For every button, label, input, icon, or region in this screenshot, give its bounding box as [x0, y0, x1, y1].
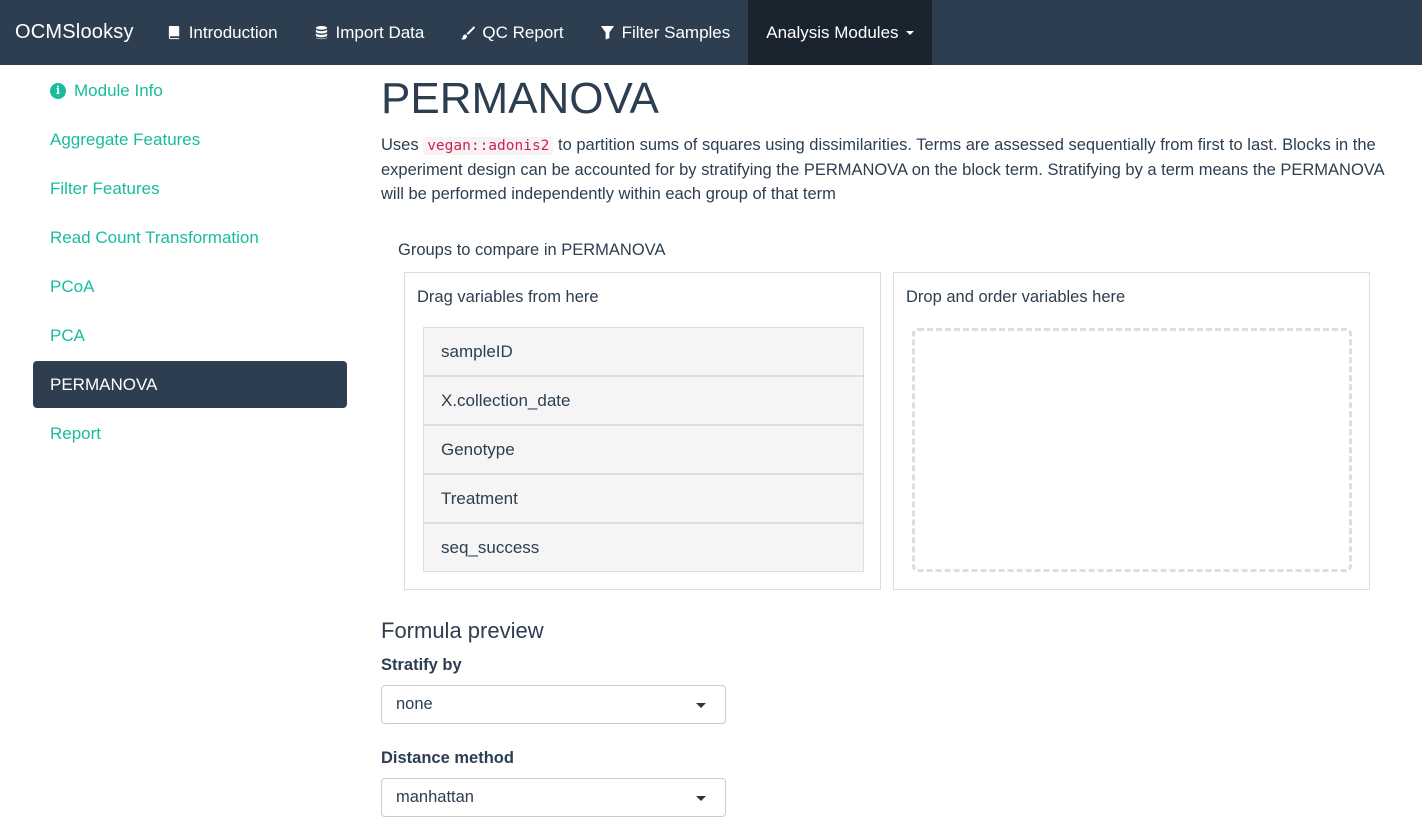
code-snippet: vegan::adonis2 [423, 137, 554, 155]
sidebar-item-filter-features[interactable]: Filter Features [33, 165, 347, 212]
formula-preview-heading: Formula preview [381, 618, 544, 643]
filter-icon [600, 25, 614, 40]
sidebar-item-label: Module Info [74, 80, 163, 100]
sidebar-item-label: PERMANOVA [50, 374, 158, 394]
chevron-down-icon [696, 796, 706, 801]
nav-filter-samples[interactable]: Filter Samples [582, 0, 749, 65]
drop-target-panel: Drop and order variables here [893, 272, 1370, 590]
sidebar-item-label: PCA [50, 325, 85, 345]
sidebar-item-label: Aggregate Features [50, 129, 201, 149]
drag-source-panel: Drag variables from here sampleID X.coll… [404, 272, 881, 590]
nav-label: Analysis Modules [766, 22, 899, 42]
distance-method-select[interactable]: manhattan [381, 778, 726, 817]
sidebar-item-pcoa[interactable]: PCoA [33, 263, 347, 310]
select-value: manhattan [396, 788, 474, 806]
info-circle-icon: i [50, 82, 66, 99]
distance-method-label: Distance method [381, 749, 514, 767]
chevron-down-icon [696, 703, 706, 708]
stratify-by-label: Stratify by [381, 656, 462, 674]
drop-zone[interactable] [912, 328, 1352, 572]
variable-item-seq-success[interactable]: seq_success [423, 523, 864, 572]
variable-item-treatment[interactable]: Treatment [423, 474, 864, 523]
main-content: PERMANOVA Uses vegan::adonis2 to partiti… [381, 65, 1391, 817]
top-navbar: OCMSlooksy Introduction Import Data QC R… [0, 0, 1422, 65]
caret-down-icon [905, 30, 914, 35]
sidebar-item-report[interactable]: Report [33, 410, 347, 457]
page-title: PERMANOVA [381, 74, 659, 123]
sidebar-item-pca[interactable]: PCA [33, 312, 347, 359]
drop-target-header: Drop and order variables here [906, 288, 1126, 306]
select-value: none [396, 695, 433, 713]
sidebar-item-read-count-transformation[interactable]: Read Count Transformation [33, 214, 347, 261]
drag-source-header: Drag variables from here [417, 288, 599, 306]
brand-logo[interactable]: OCMSlooksy [0, 0, 149, 65]
sidebar-item-label: Read Count Transformation [50, 227, 259, 247]
sidebar-item-module-info[interactable]: i Module Info [33, 67, 347, 114]
sidebar-item-label: Report [50, 423, 102, 443]
sidebar-item-permanova[interactable]: PERMANOVA [33, 361, 347, 408]
nav-label: Introduction [188, 22, 278, 42]
module-description: Uses vegan::adonis2 to partition sums of… [381, 133, 1391, 206]
variable-item-sampleid[interactable]: sampleID [423, 327, 864, 376]
variable-item-genotype[interactable]: Genotype [423, 425, 864, 474]
module-sidebar: i Module Info Aggregate Features Filter … [33, 65, 347, 459]
database-icon [315, 25, 327, 40]
nav-label: QC Report [482, 22, 564, 42]
stratify-by-select[interactable]: none [381, 685, 726, 724]
variable-item-collection-date[interactable]: X.collection_date [423, 376, 864, 425]
nav-import-data[interactable]: Import Data [296, 0, 443, 65]
sidebar-item-label: Filter Features [50, 178, 160, 198]
nav-label: Import Data [335, 22, 425, 42]
book-icon [168, 25, 179, 40]
rank-list-container: Drag variables from here sampleID X.coll… [404, 272, 1370, 590]
nav-analysis-modules[interactable]: Analysis Modules [748, 0, 932, 65]
nav-introduction[interactable]: Introduction [149, 0, 296, 65]
nav-label: Filter Samples [621, 22, 731, 42]
sidebar-item-aggregate-features[interactable]: Aggregate Features [33, 116, 347, 163]
sidebar-item-label: PCoA [50, 276, 95, 296]
description-text-start: Uses [381, 136, 424, 154]
nav-qc-report[interactable]: QC Report [442, 0, 581, 65]
groups-label: Groups to compare in PERMANOVA [398, 241, 666, 259]
paint-brush-icon [461, 25, 476, 40]
